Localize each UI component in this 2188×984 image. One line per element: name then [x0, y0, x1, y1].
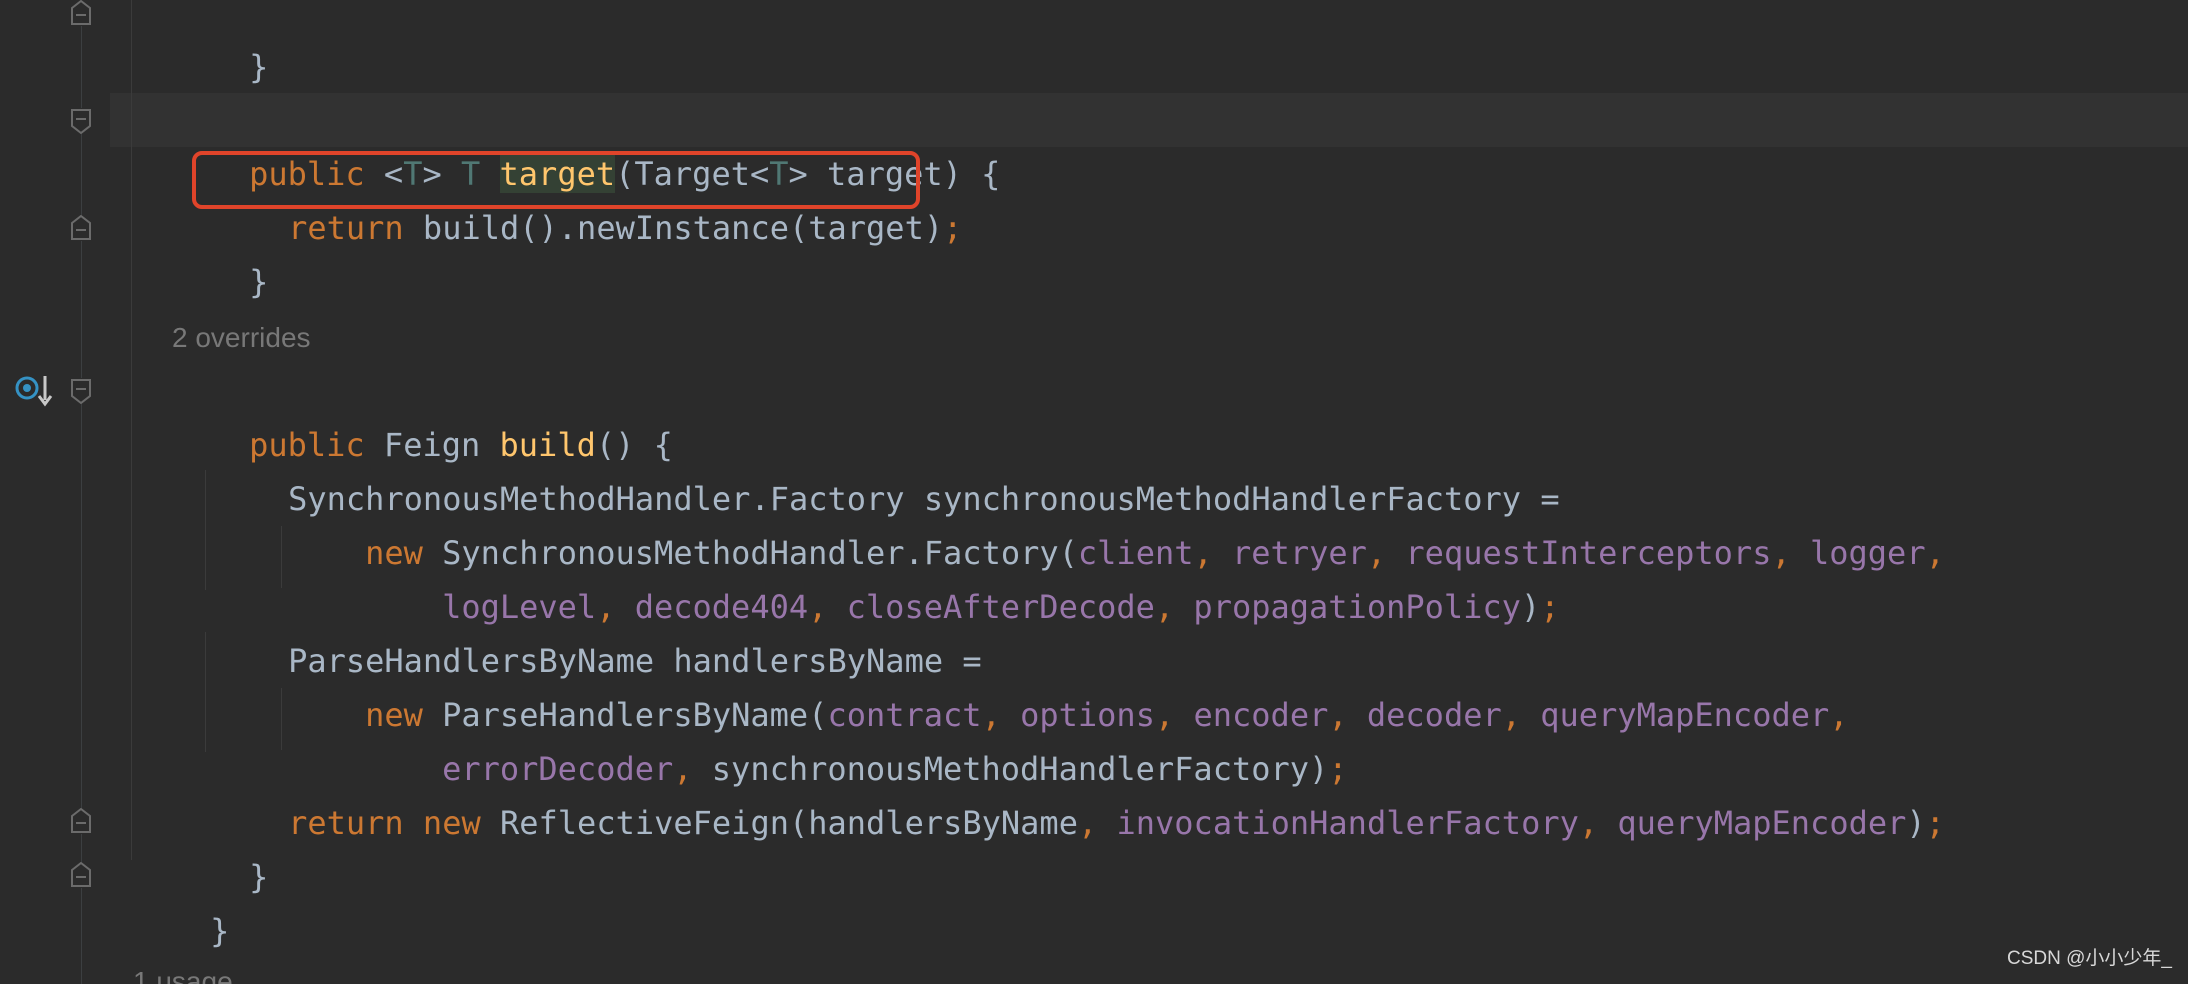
fold-end-icon[interactable] — [70, 215, 92, 241]
keyword-return: return — [288, 804, 404, 842]
keyword-new: new — [422, 804, 481, 842]
code-line: logLevel, decode404, closeAfterDecode, p… — [365, 526, 1559, 626]
watermark: CSDN @小小少年_ — [2007, 948, 2172, 969]
code-line: public Feign build() { — [172, 364, 673, 464]
indent-guide — [281, 688, 282, 750]
fold-start-icon[interactable] — [70, 108, 92, 134]
field-reference: decoder — [1366, 696, 1502, 734]
code-text: ReflectiveFeign(handlersByName — [480, 804, 1078, 842]
code-line: } — [133, 850, 229, 950]
indent-guide — [205, 632, 206, 752]
field-reference: queryMapEncoder — [1540, 696, 1830, 734]
closing-brace: } — [210, 912, 230, 950]
indent-guide — [281, 526, 282, 588]
code-line: new SynchronousMethodHandler.Factory(cli… — [288, 472, 1945, 572]
code-text: build().newInstance(target) — [403, 209, 944, 247]
code-line: } — [172, 0, 268, 86]
code-line: public <T> T target(Target<T> target) { — [172, 93, 1000, 193]
code-line: new ParseHandlersByName(contract, option… — [288, 634, 1848, 734]
overrides-hint[interactable]: 2 overrides — [172, 318, 311, 358]
code-text: ) — [1906, 804, 1926, 842]
overridden-method-icon[interactable] — [14, 374, 54, 408]
comma: , — [1578, 804, 1618, 842]
comma: , — [1501, 696, 1541, 734]
comma: , — [1925, 534, 1945, 572]
code-line: } — [172, 796, 268, 896]
code-editor[interactable]: } public <T> T target(Target<T> target) … — [0, 0, 2188, 984]
closing-brace: } — [249, 263, 269, 301]
highlight-annotation-box — [192, 151, 920, 209]
code-line: ParseHandlersByName handlersByName = — [211, 580, 982, 680]
closing-brace: } — [249, 858, 269, 896]
fold-end-icon[interactable] — [70, 0, 92, 26]
field-reference: logger — [1809, 534, 1926, 572]
semicolon: ; — [943, 209, 963, 247]
field-reference: queryMapEncoder — [1617, 804, 1907, 842]
usage-hint[interactable]: 1 usage — [133, 962, 233, 984]
indent-guide — [131, 0, 132, 860]
code-line: errorDecoder, synchronousMethodHandlerFa… — [365, 688, 1347, 788]
semicolon: ; — [1540, 588, 1560, 626]
fold-end-icon[interactable] — [70, 862, 92, 888]
semicolon: ; — [1925, 804, 1945, 842]
editor-gutter — [0, 0, 110, 984]
closing-brace: } — [249, 48, 269, 86]
field-reference: propagationPolicy — [1193, 588, 1521, 626]
fold-end-icon[interactable] — [70, 808, 92, 834]
field-reference: invocationHandlerFactory — [1116, 804, 1579, 842]
comma: , — [1154, 588, 1194, 626]
fold-start-icon[interactable] — [70, 378, 92, 404]
comma: , — [1829, 696, 1849, 734]
comma: , — [1771, 534, 1810, 572]
code-text: ) — [1520, 588, 1541, 626]
keyword-return: return — [288, 209, 404, 247]
gutter-fold-line — [81, 0, 82, 984]
code-line: SynchronousMethodHandler.Factory synchro… — [211, 418, 1560, 518]
comma: , — [1077, 804, 1117, 842]
code-line: } — [172, 201, 268, 301]
code-line: return new ReflectiveFeign(handlersByNam… — [211, 742, 1945, 842]
